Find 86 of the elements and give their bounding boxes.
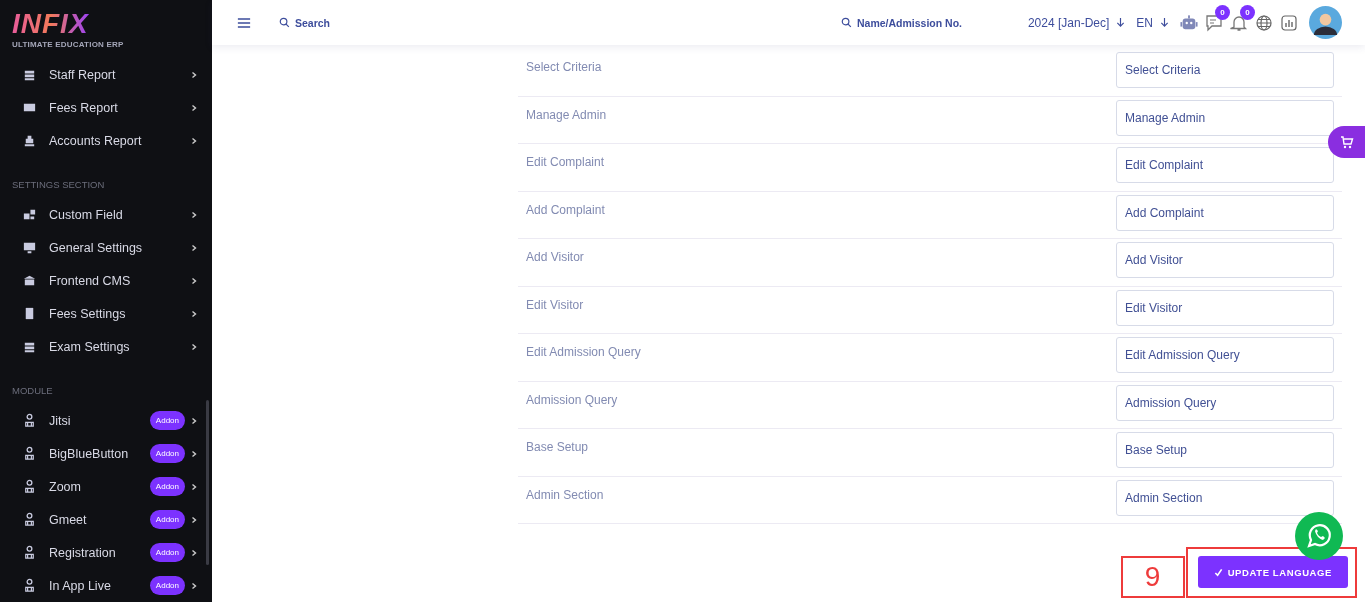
translation-input[interactable]: Edit Admission Query [1116, 337, 1334, 373]
chevron-icon [190, 342, 198, 351]
chat-bubble-button[interactable] [1295, 512, 1343, 560]
section-heading: MODULE [11, 384, 54, 398]
addon-badge: Addon [149, 576, 185, 595]
cart-icon [1339, 135, 1354, 149]
search-icon [841, 17, 852, 28]
field-label: Edit Complaint [526, 154, 605, 171]
person-icon [22, 578, 37, 593]
avatar[interactable] [1309, 6, 1342, 39]
update-language-button[interactable]: UPDATE LANGUAGE [1197, 556, 1348, 588]
sidebar-item[interactable]: BigBlueButton [49, 446, 150, 461]
chevron-icon [190, 70, 198, 79]
robot-icon[interactable] [1180, 13, 1198, 32]
chevron-icon [190, 515, 198, 524]
sidebar-item[interactable]: Jitsi [49, 413, 150, 428]
field-label: Manage Admin [526, 106, 607, 124]
chevron-icon [190, 210, 198, 219]
addon-badge: Addon [149, 510, 185, 529]
logo-tagline: ULTIMATE EDUCATION ERP [12, 40, 124, 49]
chevron-icon [190, 482, 198, 491]
person-icon [22, 512, 37, 527]
sidebar-item[interactable]: Fees Settings [49, 306, 190, 321]
chat-icon[interactable] [1205, 13, 1223, 32]
sidebar-item[interactable]: General Settings [49, 240, 190, 255]
person-icon [22, 446, 37, 461]
sidebar-item[interactable]: Gmeet [49, 512, 150, 527]
cart-button[interactable] [1328, 126, 1365, 158]
chevron-icon [190, 136, 198, 145]
sidebar-item[interactable]: Zoom [49, 479, 150, 494]
translation-input[interactable]: Edit Complaint [1116, 147, 1334, 183]
translation-input[interactable]: Add Complaint [1116, 194, 1334, 231]
field-label: Admission Query [526, 391, 618, 409]
person-icon [22, 545, 37, 560]
check-icon [1213, 567, 1223, 577]
chart-icon[interactable] [1280, 13, 1298, 32]
student-search-field[interactable]: Name/Admission No. [857, 16, 972, 29]
field-label: Add Visitor [526, 249, 584, 266]
translation-input[interactable]: Admission Query [1116, 384, 1334, 421]
addon-badge: Addon [149, 477, 185, 496]
translation-input[interactable]: Add Visitor [1116, 242, 1334, 278]
sidebar-item[interactable]: Custom Field [49, 207, 190, 222]
field-label: Edit Admission Query [526, 344, 641, 361]
translation-input[interactable]: Base Setup [1116, 432, 1334, 468]
translation-input[interactable]: Manage Admin [1116, 99, 1334, 136]
person-icon [22, 479, 37, 494]
globe-icon[interactable] [1255, 13, 1273, 32]
sidebar-item[interactable]: Accounts Report [49, 133, 190, 148]
chevron-icon [190, 103, 198, 112]
sidebar-item[interactable]: In App Live [49, 578, 150, 593]
session-selector[interactable]: 2024 [Jan-Dec] [1027, 15, 1110, 30]
sidebar-item[interactable]: Fees Report [49, 100, 190, 115]
chevron-icon [190, 243, 198, 252]
scrollbar[interactable] [206, 400, 209, 565]
person-icon [22, 413, 37, 428]
addon-badge: Addon [149, 543, 185, 562]
down-arrow-icon[interactable] [1160, 17, 1169, 28]
down-arrow-icon[interactable] [1116, 17, 1126, 28]
field-label: Base Setup [526, 439, 589, 456]
field-label: Select Criteria [526, 59, 602, 76]
chevron-icon [190, 276, 198, 285]
translation-input[interactable]: Edit Visitor [1116, 289, 1334, 326]
sidebar-item[interactable]: Exam Settings [49, 339, 190, 354]
field-label: Admin Section [526, 486, 604, 504]
chevron-icon [190, 449, 198, 458]
sidebar-item[interactable]: Frontend CMS [49, 273, 190, 288]
chevron-icon [190, 548, 198, 557]
addon-badge: Addon [149, 444, 185, 463]
translation-input[interactable]: Admin Section [1116, 479, 1334, 516]
message-count-badge: 0 [1215, 4, 1230, 20]
sidebar-item[interactable]: Staff Report [49, 67, 190, 82]
chevron-icon [190, 416, 198, 425]
bell-icon[interactable] [1230, 13, 1248, 32]
annotation-number: 9 [1120, 556, 1185, 598]
chevron-icon [190, 581, 198, 590]
sidebar-item[interactable]: Registration [49, 545, 150, 560]
search-icon [279, 17, 290, 28]
field-label: Edit Visitor [526, 296, 584, 314]
language-selector[interactable]: EN [1136, 15, 1153, 30]
translation-input[interactable]: Select Criteria [1116, 52, 1334, 88]
addon-badge: Addon [149, 411, 185, 430]
notification-count-badge: 0 [1240, 4, 1255, 20]
section-heading: SETTINGS SECTION [11, 178, 106, 192]
search-field[interactable]: Search [295, 16, 365, 29]
chevron-icon [190, 309, 198, 318]
field-label: Add Complaint [526, 201, 605, 219]
